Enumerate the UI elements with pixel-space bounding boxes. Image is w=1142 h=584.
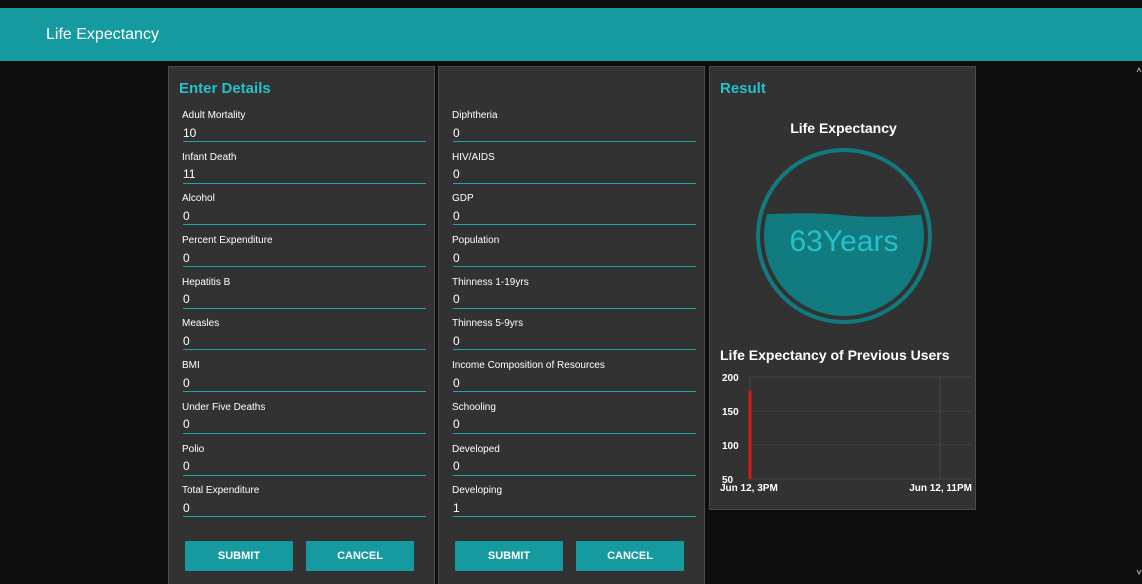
field-label: Diphtheria [452,110,498,121]
gdp-input[interactable] [453,207,696,226]
field-label: Under Five Deaths [182,401,266,413]
field-label: Thinness 5-9yrs [452,318,524,330]
field-label: Schooling [452,401,496,413]
chart-title: Life Expectancy of Previous Users [720,347,950,363]
thinness-1-19-input[interactable] [453,290,696,309]
field-adult-mortality: Adult Mortality [181,109,430,151]
field-gdp: GDP [451,192,700,234]
field-label: Alcohol [182,193,215,205]
field-bmi: BMI [181,359,430,401]
form-fields: Diphtheria HIV/AIDS GDP Population Thinn… [451,109,700,526]
schooling-input[interactable] [453,415,696,434]
field-alcohol: Alcohol [181,192,430,234]
field-label: Polio [182,443,205,455]
under-five-deaths-input[interactable] [183,415,426,434]
percent-expenditure-input[interactable] [183,249,426,268]
result-heading: Result [720,80,766,97]
scroll-up-icon[interactable] [1136,66,1142,73]
adult-mortality-input[interactable] [183,124,426,142]
field-label: GDP [452,193,474,205]
field-label: Population [452,235,500,247]
x-tick-label: Jun 12, 11PM [909,483,972,494]
field-measles: Measles [181,317,430,359]
field-label: Hepatitis B [182,276,231,288]
cancel-button[interactable]: CANCEL [306,541,414,571]
polio-input[interactable] [183,457,426,476]
field-hiv-aids: HIV/AIDS [451,151,700,193]
field-schooling: Schooling [451,401,700,443]
app-title: Life Expectancy [46,26,159,43]
result-panel: Result Life Expectancy 63Years Life Expe… [709,66,976,510]
field-under-five-deaths: Under Five Deaths [181,401,430,443]
developing-input[interactable] [453,499,696,518]
field-hepatitis-b: Hepatitis B [181,276,430,318]
y-tick-label: 200 [722,373,739,384]
field-total-expenditure: Total Expenditure [181,484,430,526]
field-developing: Developing [451,484,700,526]
field-diphtheria: Diphtheria [451,109,700,151]
diphtheria-input[interactable] [453,124,696,142]
infant-death-input[interactable] [183,165,426,184]
field-percent-expenditure: Percent Expenditure [181,234,430,276]
field-label: Infant Death [182,151,237,163]
form-fields: Adult Mortality Infant Death Alcohol Per… [181,109,430,526]
field-infant-death: Infant Death [181,151,430,193]
cancel-button[interactable]: CANCEL [576,541,684,571]
chart-bar [748,390,752,479]
total-expenditure-input[interactable] [183,499,426,518]
life-expectancy-gauge: 63Years [756,148,932,324]
hepatitis-b-input[interactable] [183,290,426,309]
gauge-value: 63Years [790,225,899,258]
population-input[interactable] [453,249,696,268]
field-label: Income Composition of Resources [452,360,605,372]
field-label: Total Expenditure [182,485,260,497]
field-label: Thinness 1-19yrs [452,276,529,288]
field-label: Percent Expenditure [182,235,273,247]
field-label: BMI [182,360,200,372]
field-developed: Developed [451,443,700,485]
field-label: Developed [452,443,500,455]
hiv-aids-input[interactable] [453,165,696,184]
submit-button[interactable]: SUBMIT [185,541,293,571]
field-thinness-1-19: Thinness 1-19yrs [451,276,700,318]
income-composition-input[interactable] [453,374,696,393]
alcohol-input[interactable] [183,207,426,226]
thinness-5-9-input[interactable] [453,332,696,351]
submit-button[interactable]: SUBMIT [455,541,563,571]
y-tick-label: 100 [722,441,739,452]
y-tick-label: 150 [722,407,739,418]
x-tick-label: Jun 12, 3PM [720,483,778,494]
field-income-composition: Income Composition of Resources [451,359,700,401]
field-polio: Polio [181,443,430,485]
gauge-title: Life Expectancy [790,120,897,136]
field-label: Developing [452,485,503,497]
field-label: HIV/AIDS [452,151,495,163]
panel-heading: Enter Details [179,80,271,97]
measles-input[interactable] [183,332,426,351]
enter-details-panel-2: Diphtheria HIV/AIDS GDP Population Thinn… [438,66,705,584]
scrollbar[interactable] [1136,66,1142,576]
field-label: Adult Mortality [182,110,246,121]
developed-input[interactable] [453,457,696,476]
field-thinness-5-9: Thinness 5-9yrs [451,317,700,359]
enter-details-panel: Enter Details Adult Mortality Infant Dea… [168,66,435,584]
scroll-down-icon[interactable] [1136,569,1142,576]
field-label: Measles [182,318,220,330]
app-header: Life Expectancy [0,8,1142,61]
field-population: Population [451,234,700,276]
bmi-input[interactable] [183,374,426,393]
previous-users-chart: 20015010050Jun 12, 3PM Jun 12, 11PM [720,373,972,494]
